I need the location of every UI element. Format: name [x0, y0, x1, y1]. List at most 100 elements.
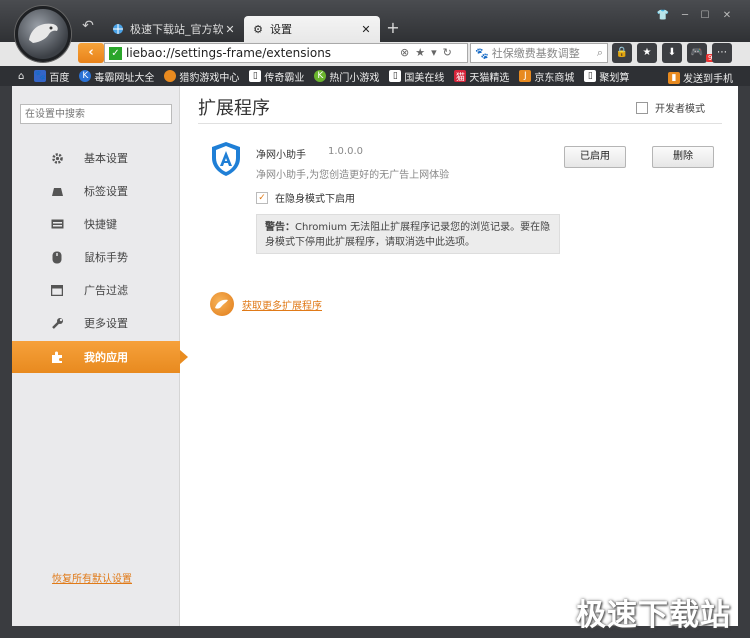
bookmark-item[interactable]: ▯ 聚划算 [584, 69, 629, 84]
bookmarks-bar: ⌂ 🐾 百度 K 毒霸网址大全 猎豹游戏中心 ▯ 传奇霸业 K 热门小游戏 ▯ 国美在线 … [0, 66, 750, 86]
sidebar-item-label: 我的应用 [84, 351, 128, 364]
tab-settings[interactable]: ⚙ 设置 ✕ [244, 16, 380, 42]
jd-icon: J [519, 70, 532, 82]
bookmark-item[interactable]: 猎豹游戏中心 [164, 69, 239, 84]
shield-icon [212, 142, 240, 176]
search-icon[interactable]: ⌕ [597, 46, 603, 60]
download-icon[interactable]: ⬇ [662, 43, 682, 63]
settings-sidebar: 基本设置 标签设置 快捷键 鼠标手势 广告过滤 [12, 86, 188, 626]
bookmark-item[interactable]: K 热门小游戏 [314, 69, 379, 84]
browser-logo[interactable] [15, 6, 71, 62]
wrench-icon [50, 316, 64, 330]
phone-icon: ▮ [668, 71, 680, 84]
chevron-down-icon[interactable]: ▾ [431, 46, 437, 59]
maximize-icon[interactable]: ☐ [696, 10, 714, 21]
filter-icon [50, 283, 64, 297]
developer-mode-label: 开发者模式 [655, 104, 705, 115]
bookmark-item[interactable]: 🐾 百度 [34, 69, 69, 84]
tab-label: 设置 [270, 23, 292, 36]
incognito-checkbox[interactable]: ✓ [256, 191, 268, 204]
sidebar-item-gestures[interactable]: 鼠标手势 [12, 241, 180, 273]
skin-icon[interactable]: 👕 [654, 10, 672, 21]
extension-description: 净网小助手,为您创造更好的无广告上网体验 [256, 170, 450, 181]
bookmark-item[interactable]: ▯ 国美在线 [389, 69, 444, 84]
bookmark-item[interactable]: 猫天猫精选 [454, 69, 509, 84]
gear-icon [50, 151, 64, 165]
enabled-button[interactable]: 已启用 [564, 146, 626, 168]
sidebar-item-tabs[interactable]: 标签设置 [12, 175, 180, 207]
extension-name: 净网小助手 [256, 150, 306, 161]
close-tab-icon[interactable]: ✕ [224, 23, 236, 36]
sidebar-item-my-apps[interactable]: 我的应用 [12, 341, 188, 373]
bookmark-item[interactable]: J 京东商城 [519, 69, 574, 84]
favorites-icon[interactable]: ★ [637, 43, 657, 63]
lock-icon[interactable]: 🔒 [612, 43, 632, 63]
developer-mode-checkbox[interactable] [636, 101, 648, 114]
tab-download-site[interactable]: 极速下载站_官方软… ✕ [104, 16, 244, 42]
sidebar-item-shortcuts[interactable]: 快捷键 [12, 208, 180, 240]
warning-title: 警告： [265, 222, 295, 233]
minimize-icon[interactable]: ─ [676, 10, 694, 21]
menu-icon[interactable]: ⋯ [712, 43, 732, 63]
divider [198, 123, 722, 124]
sidebar-item-more[interactable]: 更多设置 [12, 307, 180, 339]
address-actions: ⊗ ★ ▾ ↻ [400, 46, 452, 59]
tab-icon [50, 184, 64, 198]
bookmark-item[interactable]: ▯ 传奇霸业 [249, 69, 304, 84]
sidebar-item-label: 标签设置 [84, 185, 128, 198]
sidebar-item-basic[interactable]: 基本设置 [12, 142, 180, 174]
gear-icon: ⚙ [253, 22, 263, 36]
back-button[interactable]: ‹ [78, 43, 104, 63]
liebao-store-icon [210, 292, 234, 316]
k-icon: K [79, 70, 92, 82]
tab-label: 极速下载站_官方软… [130, 23, 224, 36]
page-icon: ▯ [584, 70, 597, 82]
sidebar-item-label: 鼠标手势 [84, 251, 128, 264]
game-icon[interactable]: 🎮 [687, 43, 707, 63]
delete-button[interactable]: 删除 [652, 146, 714, 168]
page-icon: ▯ [249, 70, 262, 82]
sidebar-item-label: 快捷键 [84, 218, 117, 231]
refresh-icon[interactable]: ↻ [443, 46, 452, 59]
developer-mode-toggle[interactable]: 开发者模式 [636, 100, 705, 115]
search-placeholder: 社保缴费基数调整 [491, 47, 580, 60]
mouse-icon [50, 250, 64, 264]
keyboard-icon [50, 217, 64, 231]
incognito-warning: 警告：Chromium 无法阻止扩展程序记录您的浏览记录。要在隐身模式下停用此扩… [256, 214, 560, 254]
paw-icon: 🐾 [34, 70, 47, 82]
compat-icon[interactable]: ⊗ [400, 46, 409, 59]
more-extensions-link[interactable]: 获取更多扩展程序 [242, 297, 322, 312]
tab-history-back-icon[interactable]: ↶ [78, 18, 98, 38]
tmall-icon: 猫 [454, 70, 467, 83]
sidebar-item-adblock[interactable]: 广告过滤 [12, 274, 180, 306]
globe-icon [112, 23, 124, 35]
baidu-icon: 🐾 [475, 46, 489, 60]
game-center-icon [164, 70, 177, 82]
settings-page: 基本设置 标签设置 快捷键 鼠标手势 广告过滤 [12, 86, 738, 626]
close-window-icon[interactable]: ✕ [718, 10, 736, 21]
sidebar-item-label: 基本设置 [84, 152, 128, 165]
send-to-phone[interactable]: ▮ 发送到手机 [668, 70, 733, 85]
extensions-panel: 扩展程序 开发者模式 净网小助手 1.0.0.0 净网小助手,为您创造更好的无广… [180, 86, 738, 626]
secure-icon: ✓ [109, 46, 122, 60]
incognito-toggle[interactable]: ✓ 在隐身模式下启用 [256, 190, 355, 205]
k-game-icon: K [314, 70, 327, 82]
new-tab-icon[interactable]: + [385, 18, 401, 37]
bookmark-item[interactable]: K 毒霸网址大全 [79, 69, 154, 84]
extension-version: 1.0.0.0 [328, 146, 363, 157]
site-watermark: 极速下载站 [576, 598, 731, 633]
puzzle-icon [50, 350, 64, 364]
close-tab-icon[interactable]: ✕ [360, 23, 372, 36]
reset-defaults-link[interactable]: 恢复所有默认设置 [52, 570, 132, 585]
sidebar-item-label: 更多设置 [84, 317, 128, 330]
page-title: 扩展程序 [198, 98, 270, 119]
get-more-extensions[interactable]: 获取更多扩展程序 [210, 292, 322, 316]
search-input[interactable]: 🐾 社保缴费基数调整 ⌕ [470, 43, 608, 63]
warning-text: Chromium 无法阻止扩展程序记录您的浏览记录。要在隐身模式下停用此扩展程序… [265, 222, 551, 248]
sidebar-item-label: 广告过滤 [84, 284, 128, 297]
settings-search-input[interactable] [20, 104, 172, 124]
page-icon: ▯ [389, 70, 402, 82]
home-icon[interactable]: ⌂ [18, 71, 24, 82]
incognito-label: 在隐身模式下启用 [275, 194, 355, 205]
star-icon[interactable]: ★ [415, 46, 425, 59]
